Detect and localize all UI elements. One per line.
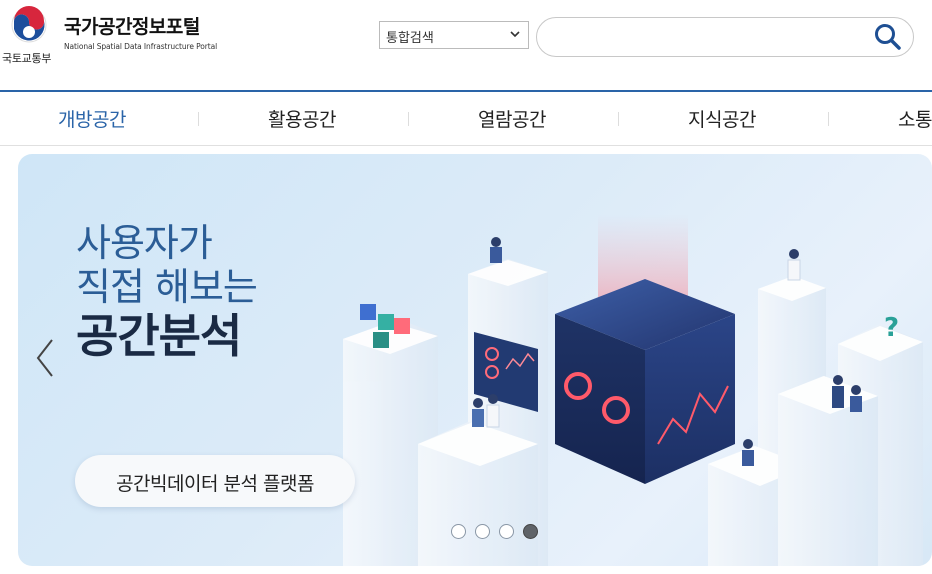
slide-dot-2[interactable] (475, 524, 490, 539)
nav-communication[interactable]: 소통 (898, 105, 932, 132)
nav-divider (618, 112, 619, 126)
banner-headline-line3: 공간분석 (76, 309, 242, 363)
nav-use-space[interactable]: 활용공간 (268, 105, 336, 132)
search-input[interactable] (536, 17, 914, 57)
slide-dot-3[interactable] (499, 524, 514, 539)
header-divider (0, 90, 932, 92)
search-scope-value: 통합검색 (386, 31, 434, 46)
nav-open-space[interactable]: 개방공간 (58, 105, 126, 132)
nav-divider (408, 112, 409, 126)
search-scope-select[interactable]: 통합검색 (379, 21, 529, 49)
slide-dot-4[interactable] (523, 524, 538, 539)
portal-subtitle: National Spatial Data Infrastructure Por… (64, 42, 218, 51)
nav-divider (828, 112, 829, 126)
svg-text:?: ? (884, 313, 899, 343)
nav-divider-line (0, 145, 932, 146)
portal-title[interactable]: 국가공간정보포털 (64, 12, 200, 39)
taegeuk-logo-icon[interactable] (10, 6, 48, 44)
chevron-down-icon (510, 31, 520, 38)
banner-platform-button[interactable]: 공간빅데이터 분석 플랫폼 (75, 455, 355, 507)
slide-dot-1[interactable] (451, 524, 466, 539)
nav-divider (198, 112, 199, 126)
chevron-left-icon[interactable] (32, 338, 58, 378)
ministry-name: 국토교통부 (2, 52, 52, 65)
nav-knowledge-space[interactable]: 지식공간 (688, 105, 756, 132)
search-icon[interactable] (872, 22, 904, 52)
nav-browse-space[interactable]: 열람공간 (478, 105, 546, 132)
banner-platform-button-label: 공간빅데이터 분석 플랫폼 (116, 473, 314, 495)
